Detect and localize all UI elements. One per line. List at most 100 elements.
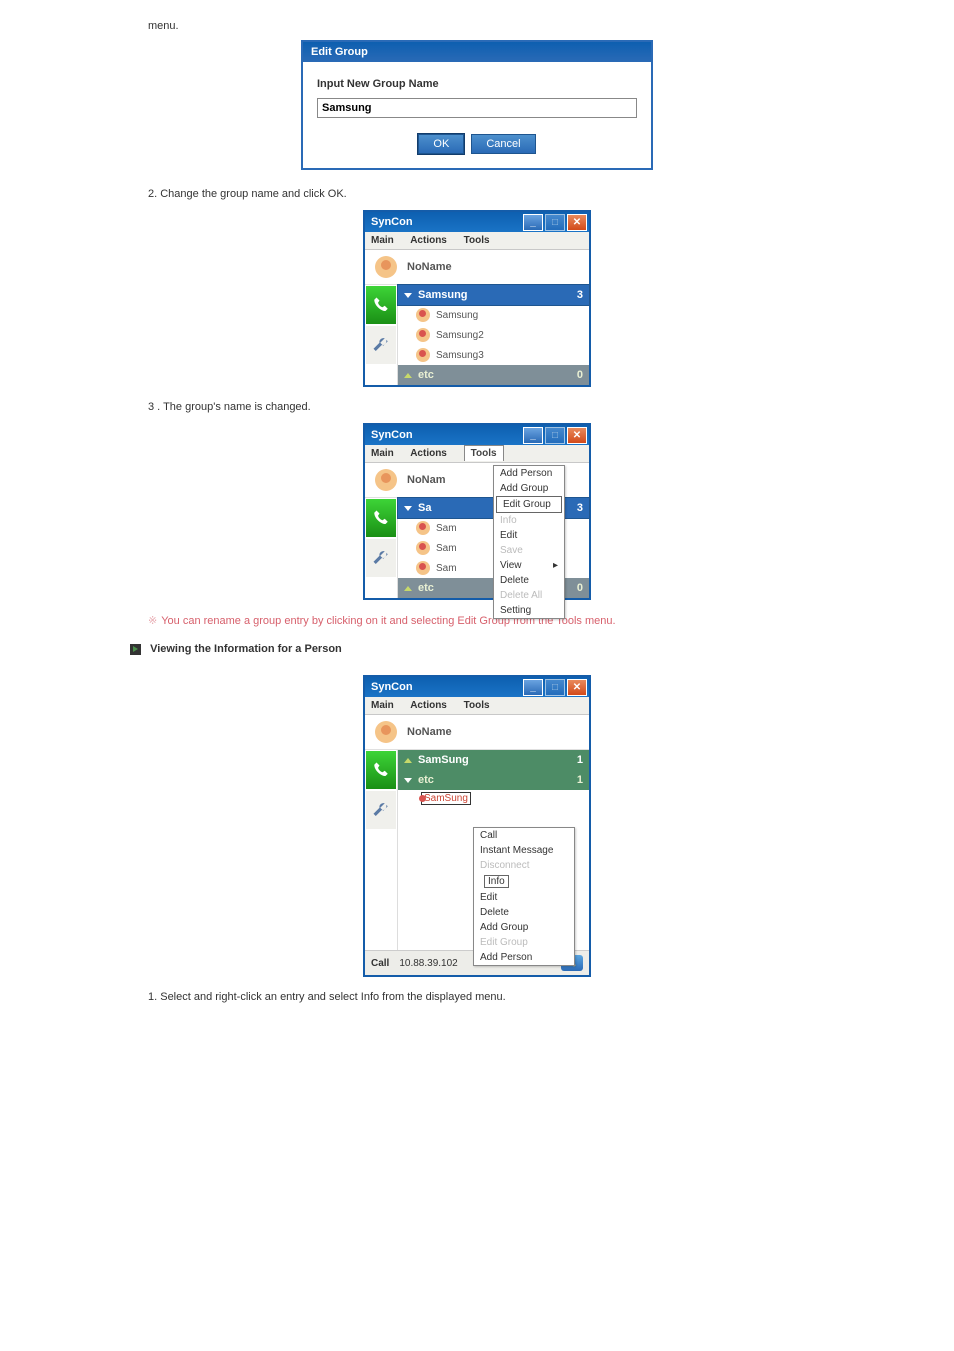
group-etc[interactable]: etc 0 [398,365,589,385]
ctx-edit[interactable]: Edit [474,890,574,905]
close-button[interactable]: ✕ [567,679,587,696]
call-label: Call [371,958,389,969]
cancel-button[interactable]: Cancel [471,134,535,154]
etc-count: 0 [577,582,583,594]
etc-label: etc [418,582,434,594]
tools-tab[interactable] [366,326,396,364]
tools-delete[interactable]: Delete [494,573,564,588]
group2-count: 1 [577,774,583,786]
group-label: Sa [418,502,431,514]
rename-note: ※You can rename a group entry by clickin… [148,614,824,627]
avatar-icon [375,721,397,743]
phone-icon [372,296,390,314]
tools-view[interactable]: View▸ [494,558,564,573]
tools-delete-all: Delete All [494,588,564,603]
selected-person[interactable]: SamSung [422,793,470,804]
minimize-button[interactable]: _ [523,679,543,696]
side-tabs [365,285,398,385]
syncon-window-1: SynCon _ □ ✕ Main Actions Tools NoName [363,210,591,387]
menu-actions[interactable]: Actions [410,448,447,459]
person-icon [416,348,430,362]
ctx-call[interactable]: Call [474,828,574,843]
menu-actions[interactable]: Actions [410,700,447,711]
step-info-1: 1. Select and right-click an entry and s… [148,991,824,1003]
person-icon [416,328,430,342]
collapse-arrow-icon [404,506,412,511]
username: NoNam [407,474,446,486]
ctx-info-row[interactable]: Info [474,873,574,890]
tools-add-group[interactable]: Add Group [494,481,564,496]
titlebar: SynCon _ □ ✕ [365,212,589,232]
group-label: Samsung [418,289,468,301]
maximize-button[interactable]: □ [545,679,565,696]
step-2: 2. Change the group name and click OK. [148,188,824,200]
submenu-arrow-icon: ▸ [553,560,558,571]
tools-save: Save [494,543,564,558]
maximize-button[interactable]: □ [545,427,565,444]
ctx-edit-group: Edit Group [474,935,574,950]
group1-label: SamSung [418,754,469,766]
person-samsung2[interactable]: Samsung2 [398,325,589,345]
etc-count: 0 [577,369,583,381]
dialog-title: Edit Group [303,42,651,62]
expand-arrow-icon [404,586,412,591]
person-context-menu: Call Instant Message Disconnect Info Edi… [473,827,575,966]
person-samsung3[interactable]: Samsung3 [398,345,589,365]
group-etc-expanded[interactable]: etc 1 [398,770,589,790]
tools-setting[interactable]: Setting [494,603,564,618]
titlebar: SynCon _ □ ✕ [365,677,589,697]
tools-tab[interactable] [366,539,396,577]
ctx-instant-message[interactable]: Instant Message [474,843,574,858]
section-bullet-icon [130,644,141,655]
menubar: Main Actions Tools [365,697,589,715]
avatar-icon [375,469,397,491]
menu-main[interactable]: Main [371,235,394,246]
group-samsung-collapsed[interactable]: SamSung 1 [398,750,589,770]
group-name-input[interactable] [317,98,637,118]
tools-dropdown: Add Person Add Group Edit Group Info Edi… [493,465,565,619]
close-button[interactable]: ✕ [567,427,587,444]
person-icon [416,521,430,535]
viewing-heading: Viewing the Information for a Person [150,643,342,655]
note-star-icon: ※ [148,615,157,627]
menu-main[interactable]: Main [371,700,394,711]
close-button[interactable]: ✕ [567,214,587,231]
minimize-button[interactable]: _ [523,427,543,444]
group-samsung[interactable]: Samsung 3 [398,285,589,305]
wrench-icon [372,549,390,567]
tools-add-person[interactable]: Add Person [494,466,564,481]
menu-main[interactable]: Main [371,448,394,459]
syncon-window-2: SynCon _ □ ✕ Main Actions Tools NoNam [363,423,591,600]
contacts-tab[interactable] [366,751,396,789]
collapse-arrow-icon [404,778,412,783]
ok-button[interactable]: OK [418,134,464,154]
wrench-icon [372,336,390,354]
group-count: 3 [577,502,583,514]
avatar-icon [375,256,397,278]
tools-edit[interactable]: Edit [494,528,564,543]
contacts-tab[interactable] [366,286,396,324]
menu-actions[interactable]: Actions [410,235,447,246]
window-title: SynCon [371,429,413,441]
minimize-button[interactable]: _ [523,214,543,231]
wrench-icon [372,801,390,819]
ctx-delete[interactable]: Delete [474,905,574,920]
maximize-button[interactable]: □ [545,214,565,231]
contacts-tab[interactable] [366,499,396,537]
ctx-add-group[interactable]: Add Group [474,920,574,935]
menu-tools[interactable]: Tools [464,700,490,711]
tools-tab[interactable] [366,791,396,829]
edit-group-dialog: Edit Group Input New Group Name OK Cance… [301,40,653,170]
tools-edit-group[interactable]: Edit Group [496,496,562,513]
menubar: Main Actions Tools [365,232,589,250]
dialog-label: Input New Group Name [317,78,637,90]
expand-arrow-icon [404,373,412,378]
menu-tools[interactable]: Tools [464,235,490,246]
titlebar: SynCon _ □ ✕ [365,425,589,445]
person-samsung[interactable]: Samsung [398,305,589,325]
expand-arrow-icon [404,758,412,763]
window-title: SynCon [371,216,413,228]
menu-preface: menu. [148,20,824,32]
menu-tools[interactable]: Tools [464,445,504,461]
ctx-add-person[interactable]: Add Person [474,950,574,965]
